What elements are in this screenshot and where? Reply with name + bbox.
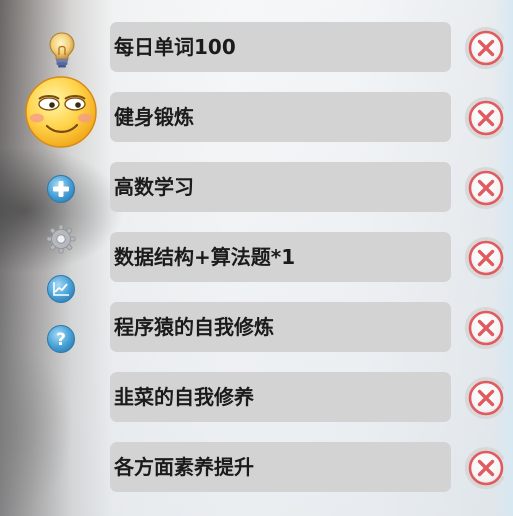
task-row: 各方面素养提升 bbox=[110, 442, 513, 494]
task-item[interactable]: 每日单词100 bbox=[110, 22, 451, 72]
help-glyph: ? bbox=[56, 330, 66, 350]
delete-icon[interactable] bbox=[462, 376, 506, 420]
delete-icon[interactable] bbox=[462, 446, 506, 490]
task-label: 韭菜的自我修养 bbox=[114, 385, 254, 409]
delete-icon[interactable] bbox=[462, 236, 506, 280]
task-item[interactable]: 高数学习 bbox=[110, 162, 451, 212]
task-item[interactable]: 健身锻炼 bbox=[110, 92, 451, 142]
task-row: 健身锻炼 bbox=[110, 92, 513, 144]
task-label: 数据结构+算法题*1 bbox=[114, 245, 296, 269]
smiley-icon[interactable] bbox=[23, 74, 99, 150]
gear-icon[interactable] bbox=[46, 224, 76, 254]
task-label: 健身锻炼 bbox=[114, 105, 194, 129]
task-label: 高数学习 bbox=[114, 175, 194, 199]
add-icon[interactable] bbox=[46, 174, 76, 204]
task-row: 数据结构+算法题*1 bbox=[110, 232, 513, 284]
task-row: 高数学习 bbox=[110, 162, 513, 214]
task-label: 程序猿的自我修炼 bbox=[114, 315, 274, 339]
task-item[interactable]: 各方面素养提升 bbox=[110, 442, 451, 492]
task-item[interactable]: 数据结构+算法题*1 bbox=[110, 232, 451, 282]
chart-icon[interactable] bbox=[46, 274, 76, 304]
task-row: 韭菜的自我修养 bbox=[110, 372, 513, 424]
task-label: 各方面素养提升 bbox=[114, 455, 254, 479]
task-item[interactable]: 程序猿的自我修炼 bbox=[110, 302, 451, 352]
delete-icon[interactable] bbox=[462, 306, 506, 350]
delete-icon[interactable] bbox=[462, 96, 506, 140]
task-row: 程序猿的自我修炼 bbox=[110, 302, 513, 354]
task-label: 每日单词100 bbox=[114, 35, 236, 59]
sidebar: ? bbox=[0, 0, 110, 516]
task-row: 每日单词100 bbox=[110, 22, 513, 74]
delete-icon[interactable] bbox=[462, 26, 506, 70]
help-icon[interactable]: ? bbox=[46, 324, 76, 354]
delete-icon[interactable] bbox=[462, 166, 506, 210]
lightbulb-icon[interactable] bbox=[47, 31, 77, 69]
task-item[interactable]: 韭菜的自我修养 bbox=[110, 372, 451, 422]
